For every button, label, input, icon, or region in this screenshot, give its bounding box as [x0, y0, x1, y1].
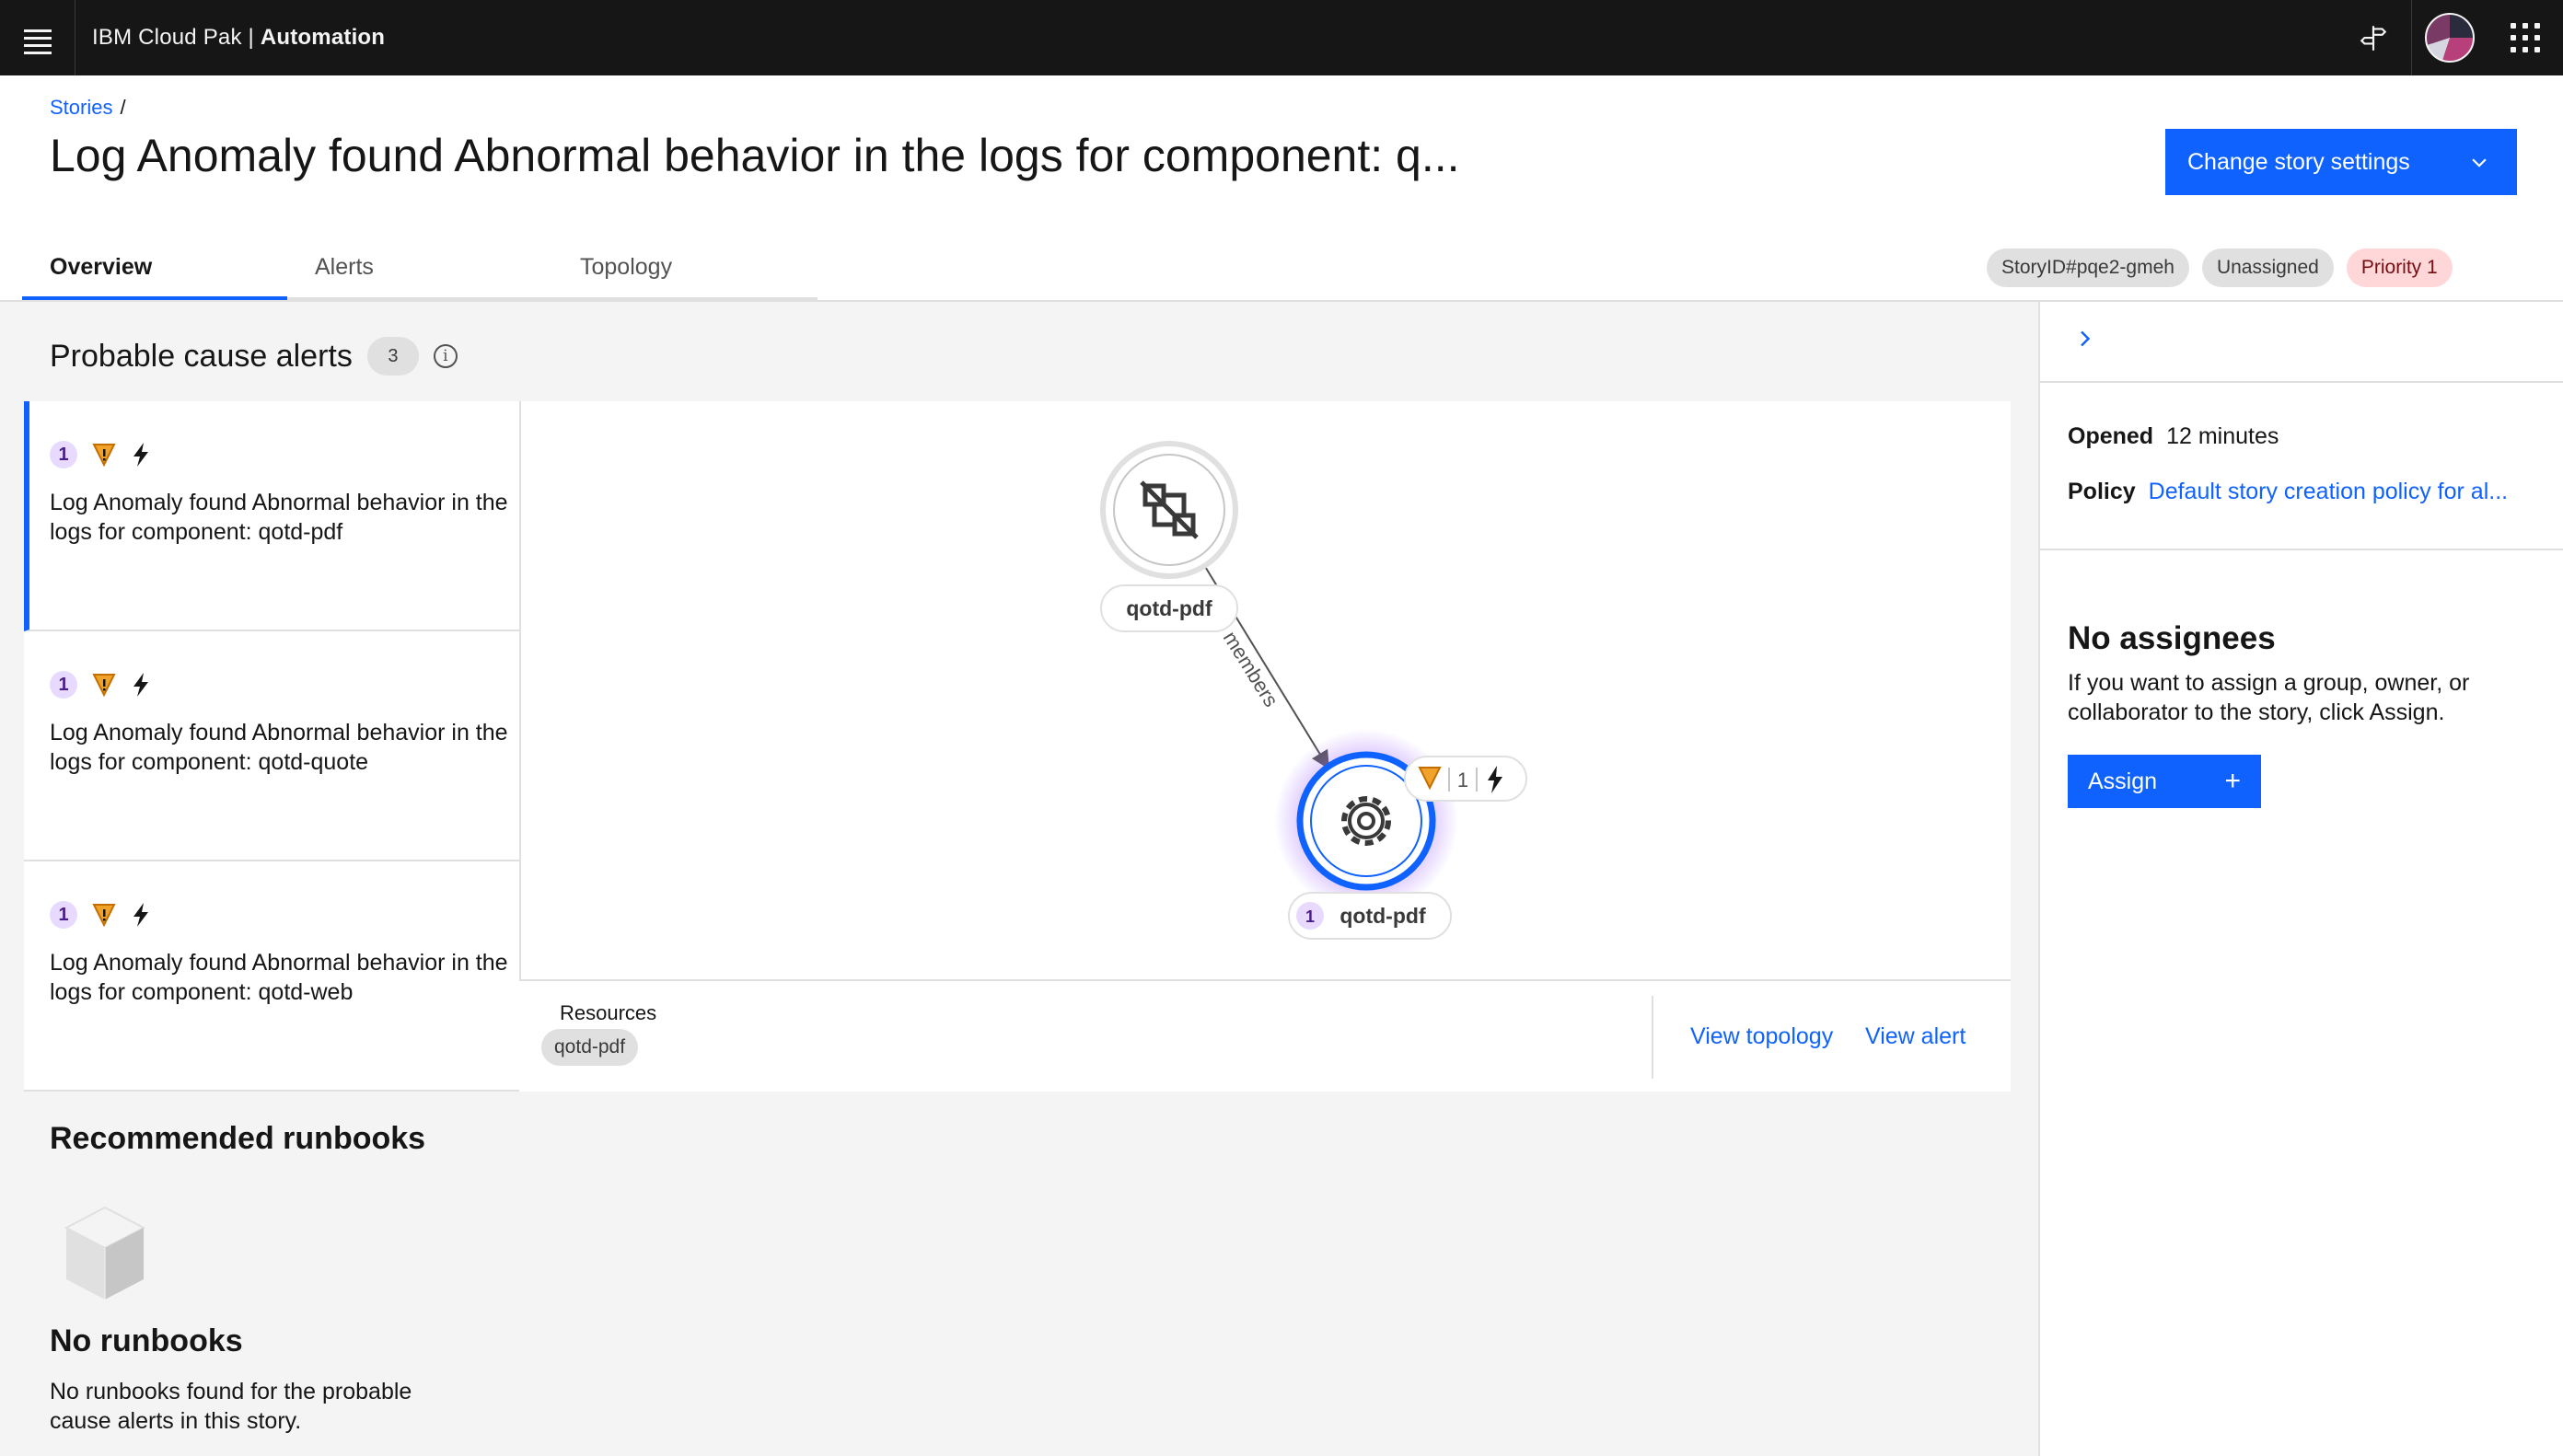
policy-link[interactable]: Default story creation policy for al... — [2149, 479, 2508, 504]
assign-label: Assign — [2088, 768, 2158, 794]
view-topology-link[interactable]: View topology — [1690, 1023, 1833, 1050]
source-node[interactable] — [1100, 441, 1238, 579]
warning-triangle-icon — [92, 904, 116, 928]
lightning-bolt-icon — [133, 443, 148, 467]
alert-status-icons: 1 — [50, 438, 519, 471]
alert-status-icons: 1 — [50, 898, 519, 931]
story-tabs: Overview Alerts Topology — [22, 239, 818, 300]
probable-cause-count-badge: 3 — [366, 337, 419, 376]
hamburger-icon[interactable] — [0, 0, 75, 75]
alert-card-qotd-pdf[interactable]: 1 Log Anomaly found Abnormal behavior in… — [24, 401, 519, 631]
view-alert-link[interactable]: View alert — [1865, 1023, 1966, 1050]
opened-row: Opened 12 minutes — [2068, 423, 2279, 450]
probable-cause-header: Probable cause alerts 3 i — [50, 337, 458, 376]
product-brand[interactable]: IBM Cloud Pak | Automation — [92, 25, 385, 51]
svg-text:1: 1 — [1457, 768, 1468, 792]
story-details-panel: Opened 12 minutes Policy Default story cre… — [2038, 302, 2563, 1456]
severity-number-badge: 1 — [50, 901, 77, 929]
header-actions — [2336, 0, 2563, 75]
svg-text:qotd-pdf: qotd-pdf — [1339, 904, 1426, 928]
severity-number-badge: 1 — [50, 671, 77, 699]
target-node-alert-badge: 1 — [1404, 756, 1527, 802]
breadcrumb-stories-link[interactable]: Stories — [50, 96, 112, 119]
alert-status-icons: 1 — [50, 668, 519, 701]
policy-row: Policy Default story creation policy for … — [2068, 479, 2508, 505]
probable-cause-alert-list: 1 Log Anomaly found Abnormal behavior in… — [24, 401, 519, 1092]
alert-summary: Log Anomaly found Abnormal behavior in t… — [50, 720, 508, 775]
opened-value: 12 minutes — [2166, 423, 2279, 449]
no-assignees-description: If you want to assign a group, owner, or… — [2068, 670, 2470, 725]
change-story-settings-button[interactable]: Change story settings — [2165, 129, 2517, 195]
probable-cause-title: Probable cause alerts — [50, 338, 353, 374]
breadcrumb: Stories / — [50, 96, 126, 120]
tab-topology[interactable]: Topology — [552, 239, 818, 300]
avatar — [2425, 13, 2475, 63]
panel-divider — [2040, 549, 2563, 550]
chevron-down-icon — [2472, 158, 2487, 168]
assignment-tag: Unassigned — [2201, 248, 2334, 287]
resources-bar: Resources qotd-pdf View topology View al… — [519, 979, 2011, 1092]
opened-label: Opened — [2068, 423, 2154, 449]
tab-alerts[interactable]: Alerts — [287, 239, 552, 300]
alert-card-qotd-web[interactable]: 1 Log Anomaly found Abnormal behavior in… — [24, 861, 519, 1092]
topology-graph[interactable]: members qotd-pdf 1 1 qotd-pdf — [519, 401, 2011, 979]
svg-text:1: 1 — [1305, 907, 1315, 926]
resource-tag: qotd-pdf — [541, 1029, 639, 1066]
alert-summary: Log Anomaly found Abnormal behavior in t… — [50, 490, 508, 545]
alert-card-qotd-quote[interactable]: 1 Log Anomaly found Abnormal behavior in… — [24, 631, 519, 861]
resources-divider — [1652, 996, 1653, 1079]
change-story-settings-label: Change story settings — [2187, 148, 2410, 175]
recommended-runbooks-title: Recommended runbooks — [50, 1121, 426, 1156]
top-navigation-bar: IBM Cloud Pak | Automation — [0, 0, 2563, 75]
no-runbooks-description: No runbooks found for the probable cause… — [50, 1379, 412, 1434]
topology-canvas: members qotd-pdf 1 1 qotd-pdf — [1100, 441, 1527, 940]
page-title: Log Anomaly found Abnormal behavior in t… — [50, 130, 1460, 181]
alert-summary: Log Anomaly found Abnormal behavior in t… — [50, 950, 508, 1005]
lightning-bolt-icon — [133, 673, 148, 697]
priority-tag: Priority 1 — [2346, 248, 2453, 287]
empty-box-icon — [64, 1206, 146, 1300]
user-avatar[interactable] — [2412, 0, 2488, 75]
resources-label: Resources — [560, 1001, 657, 1024]
assign-button[interactable]: Assign + — [2068, 755, 2261, 808]
warning-triangle-icon — [92, 444, 116, 468]
app-switcher-icon[interactable] — [2488, 0, 2563, 75]
source-node-label: qotd-pdf — [1100, 584, 1238, 632]
lightning-bolt-icon — [133, 903, 148, 927]
policy-label: Policy — [2068, 479, 2136, 504]
svg-text:qotd-pdf: qotd-pdf — [1126, 596, 1212, 620]
panel-divider — [2040, 381, 2563, 383]
plus-icon: + — [2224, 766, 2241, 796]
signpost-icon[interactable] — [2336, 0, 2411, 75]
story-id-tag: StoryID#pqe2-gmeh — [1987, 248, 2189, 287]
overview-main: Probable cause alerts 3 i 1 Log Anomaly … — [0, 302, 2038, 1456]
no-runbooks-title: No runbooks — [50, 1323, 243, 1358]
no-assignees-title: No assignees — [2068, 620, 2276, 656]
info-icon[interactable]: i — [433, 344, 458, 368]
tab-overview[interactable]: Overview — [22, 239, 287, 300]
breadcrumb-separator: / — [120, 96, 126, 119]
warning-triangle-icon — [92, 674, 116, 698]
target-node-label: 1 qotd-pdf — [1288, 892, 1452, 940]
severity-number-badge: 1 — [50, 441, 77, 468]
chevron-right-icon[interactable] — [2073, 328, 2095, 350]
story-tags: StoryID#pqe2-gmeh Unassigned Priority 1 — [1987, 248, 2453, 287]
